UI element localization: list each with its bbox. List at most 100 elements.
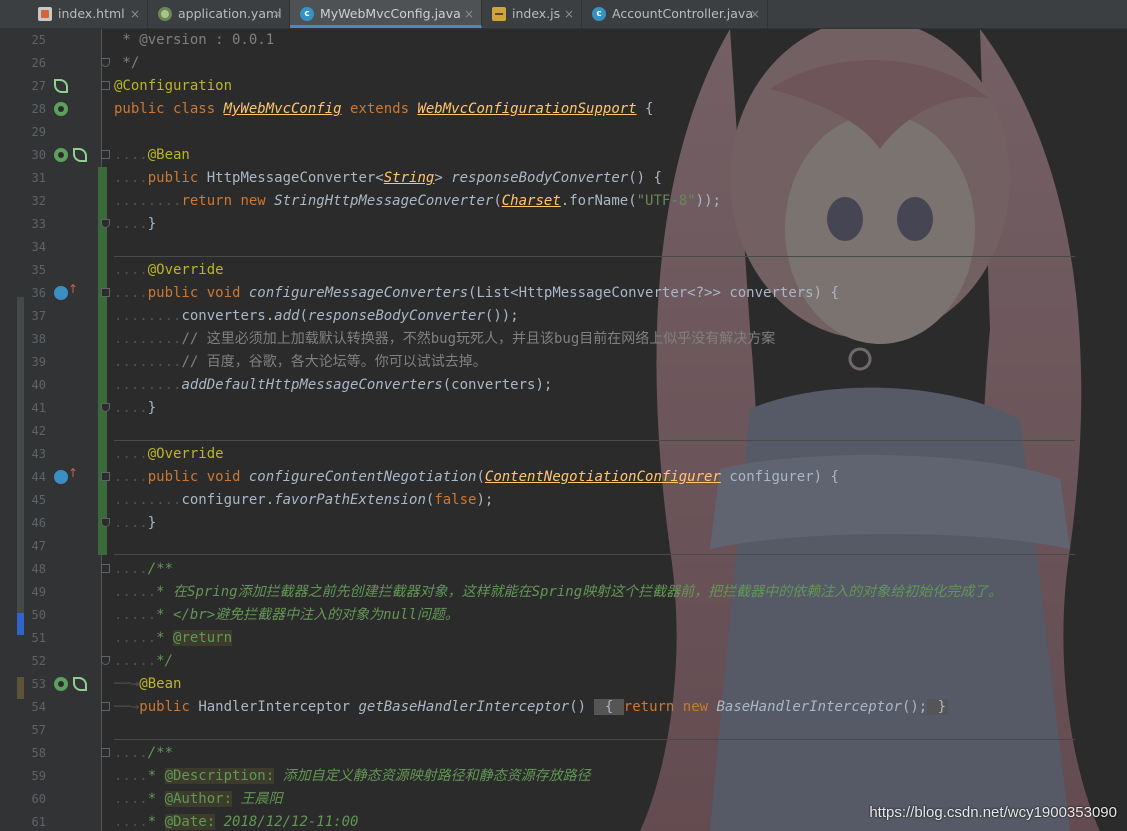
tab-index-js[interactable]: index.js ×: [482, 0, 582, 28]
code-line[interactable]: 40 ........addDefaultHttpMessageConverter…: [0, 374, 1127, 397]
code-line[interactable]: 57: [0, 719, 1127, 742]
code-text[interactable]: ..../**: [114, 558, 173, 581]
code-text[interactable]: ....@Override: [114, 259, 224, 282]
line-number[interactable]: 25: [24, 29, 46, 52]
code-text[interactable]: ....@Override: [114, 443, 224, 466]
override-method-icon[interactable]: [54, 466, 78, 484]
line-number[interactable]: 35: [24, 259, 46, 282]
line-number[interactable]: 51: [24, 627, 46, 650]
code-text[interactable]: ....}: [114, 397, 156, 420]
code-line[interactable]: 36....public void configureMessageConver…: [0, 282, 1127, 305]
code-line[interactable]: 31 ....public HttpMessageConverter<String…: [0, 167, 1127, 190]
code-text[interactable]: ....}: [114, 213, 156, 236]
line-number[interactable]: 57: [24, 719, 46, 742]
code-text[interactable]: ....@Bean: [114, 144, 190, 167]
code-text[interactable]: ──→@Bean: [114, 673, 181, 696]
line-number[interactable]: 41: [24, 397, 46, 420]
spring-leaf-icon[interactable]: [54, 79, 68, 93]
code-line[interactable]: 35 ....@Override: [0, 259, 1127, 282]
spring-leaf-icon[interactable]: [73, 677, 87, 691]
line-number[interactable]: 43: [24, 443, 46, 466]
line-number[interactable]: 33: [24, 213, 46, 236]
code-line[interactable]: 43 ....@Override: [0, 443, 1127, 466]
line-number[interactable]: 39: [24, 351, 46, 374]
code-text[interactable]: ........// 这里必须加上加载默认转换器，不然bug玩死人，并且该bug…: [114, 328, 775, 351]
code-line[interactable]: 44....public void configureContentNegoti…: [0, 466, 1127, 489]
close-icon[interactable]: ×: [750, 0, 760, 28]
code-line[interactable]: 28 public class MyWebMvcConfig extends We…: [0, 98, 1127, 121]
code-text[interactable]: .....* </br>避免拦截器中注入的对象为null问题。: [114, 604, 459, 627]
code-line[interactable]: 33....}: [0, 213, 1127, 236]
line-number[interactable]: 27: [24, 75, 46, 98]
line-number[interactable]: 26: [24, 52, 46, 75]
code-line[interactable]: 48 ..../**: [0, 558, 1127, 581]
code-text[interactable]: public class MyWebMvcConfig extends WebM…: [114, 98, 653, 121]
code-text[interactable]: ....public HttpMessageConverter<String> …: [114, 167, 662, 190]
code-line[interactable]: 38 ........// 这里必须加上加载默认转换器，不然bug玩死人，并且该b…: [0, 328, 1127, 351]
line-number[interactable]: 49: [24, 581, 46, 604]
tab-mywebmvcconfig-java[interactable]: c MyWebMvcConfig.java ×: [290, 0, 482, 28]
code-text[interactable]: ....public void configureMessageConverte…: [114, 282, 839, 305]
code-text[interactable]: ........// 百度，谷歌，各大论坛等。你可以试试去掉。: [114, 351, 487, 374]
line-number[interactable]: 42: [24, 420, 46, 443]
code-text[interactable]: ....* @Description: 添加自定义静态资源映射路径和静态资源存放…: [114, 765, 591, 788]
line-number[interactable]: 30: [24, 144, 46, 167]
code-line[interactable]: 54 ──→public HandlerInterceptor getBaseHa…: [0, 696, 1127, 719]
line-number[interactable]: 58: [24, 742, 46, 765]
code-text[interactable]: ....}: [114, 512, 156, 535]
line-number[interactable]: 60: [24, 788, 46, 811]
close-icon[interactable]: ×: [564, 0, 574, 28]
spring-bean-icon[interactable]: [54, 148, 68, 162]
tab-index-html[interactable]: index.html ×: [28, 0, 148, 28]
line-number[interactable]: 40: [24, 374, 46, 397]
fold-toggle-icon[interactable]: [101, 81, 110, 90]
code-text[interactable]: ....* @Author: 王晨阳: [114, 788, 282, 811]
code-line[interactable]: 29: [0, 121, 1127, 144]
line-number[interactable]: 34: [24, 236, 46, 259]
code-text[interactable]: ........configurer.favorPathExtension(fa…: [114, 489, 493, 512]
line-number[interactable]: 38: [24, 328, 46, 351]
code-line[interactable]: 58 ..../**: [0, 742, 1127, 765]
code-line[interactable]: 46....}: [0, 512, 1127, 535]
fold-toggle-icon[interactable]: [101, 748, 110, 757]
code-line[interactable]: 49 .....* 在Spring添加拦截器之前先创建拦截器对象，这样就能在Spr…: [0, 581, 1127, 604]
code-line[interactable]: 52 .....*/: [0, 650, 1127, 673]
line-number[interactable]: 46: [24, 512, 46, 535]
line-number[interactable]: 45: [24, 489, 46, 512]
fold-toggle-icon[interactable]: [101, 564, 110, 573]
code-line[interactable]: 32 ........return new StringHttpMessageCo…: [0, 190, 1127, 213]
fold-toggle-icon[interactable]: [101, 403, 110, 412]
line-number[interactable]: 29: [24, 121, 46, 144]
spring-leaf-icon[interactable]: [73, 148, 87, 162]
code-line[interactable]: 42: [0, 420, 1127, 443]
line-number[interactable]: 61: [24, 811, 46, 831]
code-text[interactable]: */: [114, 52, 139, 75]
tab-application-yaml[interactable]: application.yaml ×: [148, 0, 290, 28]
line-number[interactable]: 32: [24, 190, 46, 213]
close-icon[interactable]: ×: [464, 0, 474, 28]
code-text[interactable]: .....* @return: [114, 627, 233, 650]
line-number[interactable]: 31: [24, 167, 46, 190]
fold-toggle-icon[interactable]: [101, 219, 110, 228]
line-number[interactable]: 48: [24, 558, 46, 581]
fold-toggle-icon[interactable]: [101, 518, 110, 527]
close-icon[interactable]: ×: [130, 0, 140, 28]
code-line[interactable]: 53 ──→@Bean: [0, 673, 1127, 696]
fold-toggle-icon[interactable]: [101, 58, 110, 67]
code-line[interactable]: 26 */: [0, 52, 1127, 75]
code-text[interactable]: ........addDefaultHttpMessageConverters(…: [114, 374, 552, 397]
code-line[interactable]: 45 ........configurer.favorPathExtension(…: [0, 489, 1127, 512]
code-text[interactable]: ........return new StringHttpMessageConv…: [114, 190, 721, 213]
code-text[interactable]: ──→public HandlerInterceptor getBaseHand…: [114, 696, 949, 719]
code-text[interactable]: ........converters.add(responseBodyConve…: [114, 305, 519, 328]
fold-toggle-icon[interactable]: [101, 656, 110, 665]
code-line[interactable]: 50 .....* </br>避免拦截器中注入的对象为null问题。: [0, 604, 1127, 627]
code-line[interactable]: 25 * @version : 0.0.1: [0, 29, 1127, 52]
fold-toggle-icon[interactable]: [101, 702, 110, 711]
fold-toggle-icon[interactable]: [101, 150, 110, 159]
code-line[interactable]: 39 ........// 百度，谷歌，各大论坛等。你可以试试去掉。: [0, 351, 1127, 374]
spring-bean-icon[interactable]: [54, 102, 68, 116]
line-number[interactable]: 59: [24, 765, 46, 788]
code-text[interactable]: .....*/: [114, 650, 173, 673]
code-text[interactable]: @Configuration: [114, 75, 232, 98]
